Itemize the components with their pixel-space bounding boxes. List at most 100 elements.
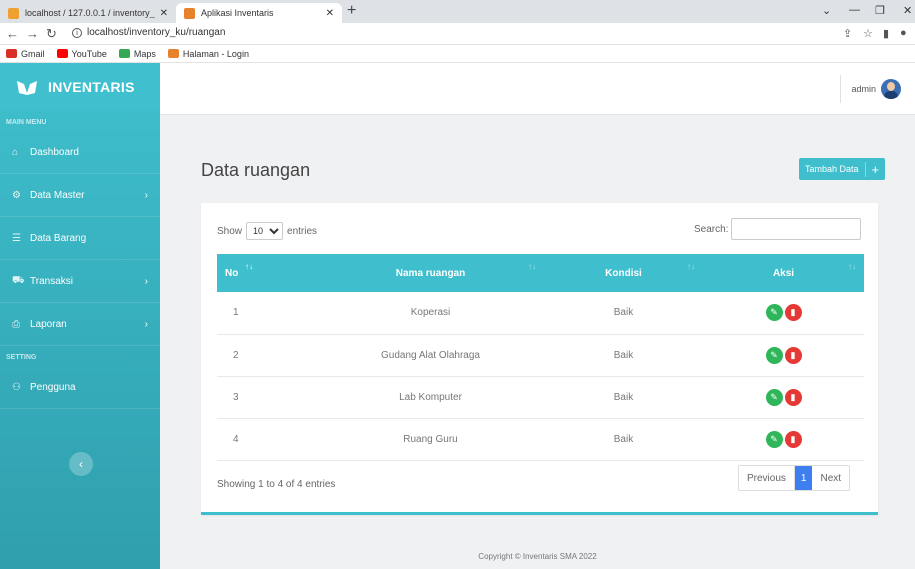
bookmark-label: YouTube — [71, 48, 107, 59]
close-tab-icon[interactable]: ✕ — [326, 8, 334, 19]
edit-button[interactable]: ✎ — [765, 304, 783, 322]
cell-nama: Gudang Alat Olahraga — [317, 334, 544, 377]
delete-button[interactable]: ▮ — [784, 430, 802, 448]
add-data-label: Tambah Data — [805, 164, 859, 174]
url-text: localhost/inventory_ku/ruangan — [87, 27, 226, 38]
cell-no: 3 — [217, 376, 317, 419]
share-icon[interactable]: ⇪ — [843, 27, 852, 40]
column-header-kondisi[interactable]: Kondisi ↑↓ — [544, 254, 703, 292]
minimize-icon[interactable]: — — [849, 4, 860, 16]
browser-tab-phpmyadmin[interactable]: localhost / 127.0.0.1 / inventory_ ✕ — [0, 3, 176, 23]
show-label: Show — [217, 225, 243, 237]
sidebar-item-label: Laporan — [30, 318, 67, 330]
cell-no: 1 — [217, 292, 317, 335]
printer-icon: ⎙ — [12, 318, 20, 330]
next-page-button[interactable]: Next — [812, 466, 849, 490]
browser-tab-inventaris[interactable]: Aplikasi Inventaris ✕ — [176, 3, 342, 23]
bookmark-star-icon[interactable]: ☆ — [863, 27, 873, 40]
delete-button[interactable]: ▮ — [784, 304, 802, 322]
sidebar-item-laporan[interactable]: ⎙ Laporan › — [0, 303, 160, 346]
sidebar-collapse-button[interactable]: ‹ — [69, 452, 93, 476]
browser-tab-bar: localhost / 127.0.0.1 / inventory_ ✕ Apl… — [0, 0, 915, 23]
bookmark-login[interactable]: Halaman - Login — [167, 48, 249, 59]
youtube-icon — [56, 49, 68, 58]
cell-aksi: ✎ ▮ — [703, 292, 864, 335]
gear-icon: ⚙ — [12, 189, 21, 201]
pagination: Previous 1 Next — [738, 465, 851, 491]
tab-search-icon[interactable]: ⌄ — [822, 4, 831, 17]
forward-icon[interactable]: → — [26, 26, 39, 41]
url-field[interactable]: i localhost/inventory_ku/ruangan — [72, 27, 225, 38]
search-control: Search: — [694, 218, 862, 240]
close-tab-icon[interactable]: ✕ — [160, 8, 168, 19]
back-icon[interactable]: ← — [6, 26, 19, 41]
sort-asc-icon: ↑↓ — [245, 262, 253, 271]
previous-page-button[interactable]: Previous — [739, 466, 795, 490]
table-row: 4 Ruang Guru Baik ✎ ▮ — [217, 418, 864, 461]
bookmark-youtube[interactable]: YouTube — [56, 48, 107, 59]
profile-icon[interactable]: ● — [900, 27, 907, 39]
sidebar-item-transaksi[interactable]: ⛟ Transaksi › — [0, 260, 160, 303]
brand-name: INVENTARIS — [48, 79, 135, 95]
delete-button[interactable]: ▮ — [784, 388, 802, 406]
sidebar-item-pengguna[interactable]: ⚇ Pengguna — [0, 366, 160, 409]
maximize-icon[interactable]: ❐ — [875, 4, 885, 17]
edit-button[interactable]: ✎ — [765, 430, 783, 448]
main-menu-heading: MAIN MENU — [6, 119, 47, 126]
cell-kondisi: Baik — [544, 292, 703, 335]
brand[interactable]: INVENTARIS — [0, 63, 160, 111]
table-row: 1 Koperasi Baik ✎ ▮ — [217, 292, 864, 335]
list-icon: ☰ — [12, 232, 21, 244]
cell-nama: Koperasi — [317, 292, 544, 335]
sidebar-item-label: Pengguna — [30, 381, 76, 393]
column-header-no[interactable]: No ↑↓ — [217, 254, 317, 292]
new-tab-button[interactable]: + — [347, 2, 356, 20]
bookmark-label: Gmail — [21, 48, 45, 59]
close-window-icon[interactable]: ✕ — [903, 4, 912, 17]
sort-icon: ↑↓ — [528, 262, 536, 271]
page-size-select[interactable]: 10 — [246, 222, 284, 240]
bookmarks-bar: Gmail YouTube Maps Halaman - Login — [0, 45, 915, 63]
chevron-right-icon: › — [144, 189, 148, 201]
brand-logo-icon — [17, 81, 37, 95]
sort-icon: ↑↓ — [848, 262, 856, 271]
bookmark-label: Maps — [133, 48, 156, 59]
page-1-button[interactable]: 1 — [794, 466, 813, 490]
delete-button[interactable]: ▮ — [784, 346, 802, 364]
column-header-aksi[interactable]: Aksi ↑↓ — [703, 254, 864, 292]
users-icon: ⚇ — [12, 381, 21, 393]
maps-icon — [118, 49, 130, 58]
sidepanel-icon[interactable]: ▮ — [883, 27, 889, 40]
bookmark-label: Halaman - Login — [182, 48, 249, 59]
site-info-icon[interactable]: i — [72, 28, 82, 38]
page-title: Data ruangan — [201, 160, 311, 180]
table-info: Showing 1 to 4 of 4 entries — [217, 479, 336, 490]
home-icon: ⌂ — [12, 146, 19, 158]
search-label: Search: — [694, 223, 729, 235]
sidebar-item-data-master[interactable]: ⚙ Data Master › — [0, 174, 160, 217]
bookmark-gmail[interactable]: Gmail — [6, 49, 45, 59]
sidebar-item-data-barang[interactable]: ☰ Data Barang — [0, 217, 160, 260]
search-input[interactable] — [731, 218, 862, 240]
plus-icon: + — [864, 161, 886, 177]
cell-no: 4 — [217, 418, 317, 461]
edit-button[interactable]: ✎ — [765, 346, 783, 364]
sidebar-item-label: Transaksi — [30, 275, 73, 287]
edit-button[interactable]: ✎ — [765, 388, 783, 406]
user-menu[interactable]: admin — [840, 75, 901, 103]
sidebar-item-dashboard[interactable]: ⌂ Dashboard — [0, 131, 160, 174]
add-data-button[interactable]: Tambah Data + — [799, 158, 886, 180]
phpmyadmin-icon — [8, 7, 19, 19]
cell-kondisi: Baik — [544, 334, 703, 377]
cell-nama: Ruang Guru — [317, 418, 544, 461]
reload-icon[interactable]: ↻ — [46, 26, 57, 42]
column-header-nama[interactable]: Nama ruangan ↑↓ — [317, 254, 544, 292]
table-row: 2 Gudang Alat Olahraga Baik ✎ ▮ — [217, 334, 864, 377]
top-header: admin — [160, 63, 915, 136]
ruangan-table: No ↑↓ Nama ruangan ↑↓ Kondisi ↑↓ Aksi ↑↓ 1 K… — [217, 254, 864, 461]
header-bar: admin — [160, 63, 915, 115]
footer-copyright: Copyright © Inventaris SMA 2022 — [478, 552, 597, 561]
setting-heading: SETTING — [6, 354, 37, 361]
cell-aksi: ✎ ▮ — [703, 418, 864, 461]
bookmark-maps[interactable]: Maps — [118, 48, 156, 59]
